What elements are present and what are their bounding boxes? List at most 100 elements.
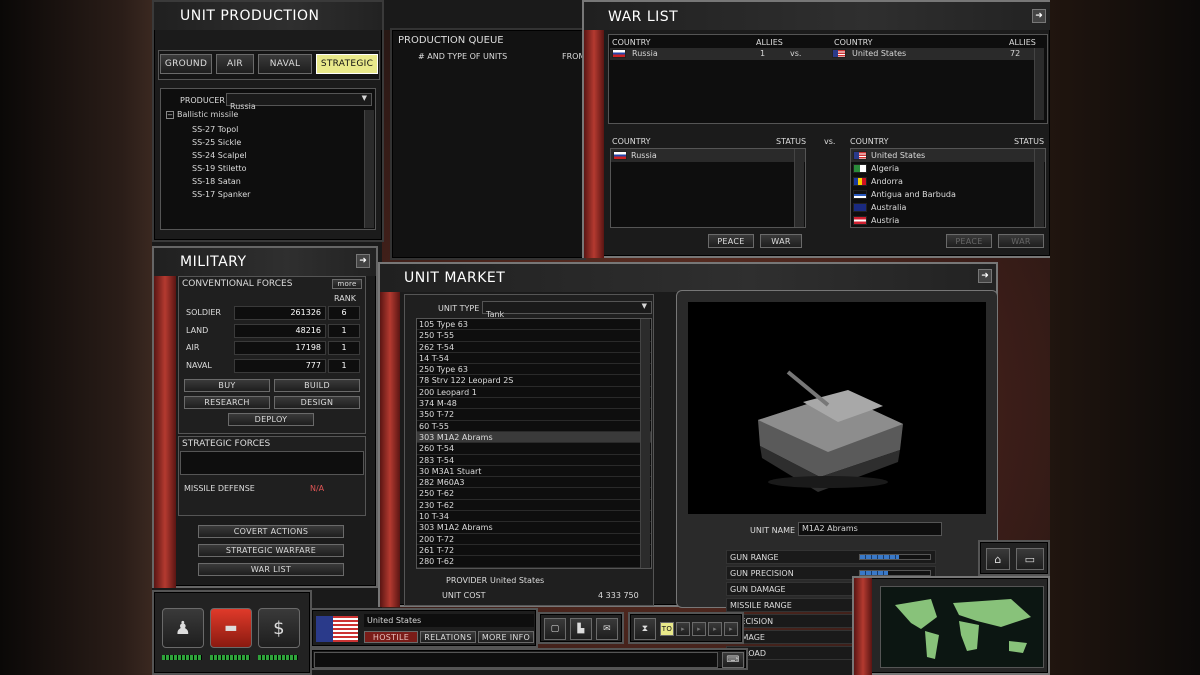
war-button[interactable]: WAR <box>760 234 802 248</box>
keyboard-icon[interactable]: ⌨ <box>722 652 744 668</box>
country-row[interactable]: Austria <box>851 214 1045 227</box>
chat-input[interactable] <box>314 652 718 668</box>
producer-dropdown[interactable]: Russia ▼ <box>226 93 372 111</box>
tree-item[interactable]: SS-18 Satan <box>190 175 250 188</box>
country-row[interactable]: Algeria <box>851 162 1045 175</box>
unit-row[interactable]: 200 T-72 <box>417 534 651 545</box>
military-meter <box>210 655 250 660</box>
tree-item[interactable]: SS-19 Stiletto <box>190 162 250 175</box>
vs-label: vs. <box>824 137 836 146</box>
unit-row[interactable]: 200 Leopard 1 <box>417 387 651 399</box>
relations-button[interactable]: RELATIONS <box>420 631 476 643</box>
peace-button[interactable]: PEACE <box>708 234 754 248</box>
unit-row[interactable]: 250 T-62 <box>417 488 651 500</box>
more-info-button[interactable]: MORE INFO <box>478 631 534 643</box>
country-name[interactable]: United States <box>364 614 534 627</box>
war-row[interactable]: Russia 1 vs. United States 72 <box>610 48 1034 60</box>
collapse-panel-icon[interactable]: ➜ <box>1032 9 1046 23</box>
right-scrollbar[interactable] <box>1034 149 1044 227</box>
hourglass-icon[interactable]: ⧗ <box>634 618 656 640</box>
unit-row[interactable]: 282 M60A3 <box>417 477 651 489</box>
unit-row[interactable]: 350 T-72 <box>417 409 651 421</box>
missile-defense-label: MISSILE DEFENSE <box>184 484 255 493</box>
unit-row[interactable]: 230 T-62 <box>417 500 651 512</box>
unit-row[interactable]: 105 Type 63 <box>417 319 651 331</box>
war-left-allies: 1 <box>760 49 766 58</box>
design-button[interactable]: DESIGN <box>274 396 360 409</box>
tree-root[interactable]: − Ballistic missile <box>166 110 238 119</box>
research-button[interactable]: RESEARCH <box>184 396 270 409</box>
unit-row[interactable]: 60 T-55 <box>417 421 651 432</box>
tree-item[interactable]: SS-17 Spanker <box>190 188 250 201</box>
country-name: United States <box>871 151 926 160</box>
country-row[interactable]: Antigua and Barbuda <box>851 188 1045 201</box>
unit-row[interactable]: 303 M1A2 Abrams <box>417 431 651 444</box>
unit-name-value: M1A2 Abrams <box>802 524 858 533</box>
force-rank: 1 <box>328 358 360 373</box>
country-header: COUNTRY <box>834 38 873 47</box>
tree-item[interactable]: SS-25 Sickle <box>190 136 250 149</box>
tree-scrollbar[interactable] <box>364 110 374 228</box>
tree-item[interactable]: SS-24 Scalpel <box>190 149 250 162</box>
force-label: SOLDIER <box>186 308 221 317</box>
unit-row[interactable]: 78 Strv 122 Leopard 2S <box>417 375 651 387</box>
unit-row[interactable]: 261 T-72 <box>417 545 651 557</box>
strategic-warfare-button[interactable]: STRATEGIC WARFARE <box>198 544 344 557</box>
more-button[interactable]: more <box>332 279 362 289</box>
tab-ground[interactable]: GROUND <box>160 54 212 74</box>
left-scrollbar[interactable] <box>794 149 804 227</box>
country-row[interactable]: Russia <box>611 149 805 162</box>
chart-icon[interactable]: ▙ <box>570 618 592 640</box>
unit-row[interactable]: 250 Type 63 <box>417 364 651 376</box>
unit-list-scrollbar[interactable] <box>640 319 650 568</box>
home-icon[interactable]: ⌂ <box>986 548 1010 570</box>
unit-row[interactable]: 260 T-54 <box>417 443 651 455</box>
collapse-panel-icon[interactable]: ➜ <box>356 254 370 268</box>
war-list-button[interactable]: WAR LIST <box>198 563 344 576</box>
queue-col-units: # AND TYPE OF UNITS <box>418 52 508 61</box>
politics-meter <box>162 655 202 660</box>
tab-air[interactable]: AIR <box>216 54 254 74</box>
mail-icon[interactable]: ✉ <box>596 618 618 640</box>
tab-naval[interactable]: NAVAL <box>258 54 312 74</box>
speed-4-icon[interactable]: ▸ <box>724 622 738 636</box>
country-row[interactable]: United States <box>851 149 1045 162</box>
speed-1-icon[interactable]: ▸ <box>676 622 690 636</box>
world-minimap-image <box>895 599 1031 659</box>
country-row[interactable]: Australia <box>851 201 1045 214</box>
speed-toggle[interactable]: TO <box>660 622 674 636</box>
tree-root-label: Ballistic missile <box>177 110 239 119</box>
speed-2-icon[interactable]: ▸ <box>692 622 706 636</box>
economy-dollar-icon[interactable]: $ <box>258 608 300 648</box>
buy-button[interactable]: BUY <box>184 379 270 392</box>
unit-row[interactable]: 280 T-62 <box>417 556 651 568</box>
build-button[interactable]: BUILD <box>274 379 360 392</box>
wars-scrollbar[interactable] <box>1034 48 1044 120</box>
tab-strategic[interactable]: STRATEGIC <box>316 54 378 74</box>
minimap[interactable] <box>880 586 1044 668</box>
unit-row[interactable]: 250 T-55 <box>417 330 651 342</box>
deploy-button[interactable]: DEPLOY <box>228 413 314 426</box>
country-header: COUNTRY <box>612 38 651 47</box>
unit-type-dropdown[interactable]: Tank ▼ <box>482 301 652 319</box>
unit-row[interactable]: 14 T-54 <box>417 353 651 365</box>
country-row[interactable]: Andorra <box>851 175 1045 188</box>
war-right-allies: 72 <box>1010 49 1021 58</box>
folder-icon[interactable]: ▭ <box>1016 548 1044 570</box>
unit-row[interactable]: 283 T-54 <box>417 455 651 466</box>
country-name: Australia <box>871 203 907 212</box>
covert-actions-button[interactable]: COVERT ACTIONS <box>198 525 344 538</box>
peace-button-disabled: PEACE <box>946 234 992 248</box>
unit-row[interactable]: 374 M-48 <box>417 398 651 410</box>
military-tank-icon[interactable]: ▬ <box>210 608 252 648</box>
collapse-panel-icon[interactable]: ➜ <box>978 269 992 283</box>
minimap-panel <box>852 576 1050 675</box>
unit-row[interactable]: 262 T-54 <box>417 342 651 353</box>
politics-icon[interactable]: ♟ <box>162 608 204 648</box>
speed-3-icon[interactable]: ▸ <box>708 622 722 636</box>
unit-row[interactable]: 303 M1A2 Abrams <box>417 522 651 534</box>
computer-icon[interactable]: ▢ <box>544 618 566 640</box>
unit-row[interactable]: 30 M3A1 Stuart <box>417 466 651 478</box>
unit-row[interactable]: 10 T-34 <box>417 511 651 523</box>
tree-item[interactable]: SS-27 Topol <box>190 123 250 136</box>
